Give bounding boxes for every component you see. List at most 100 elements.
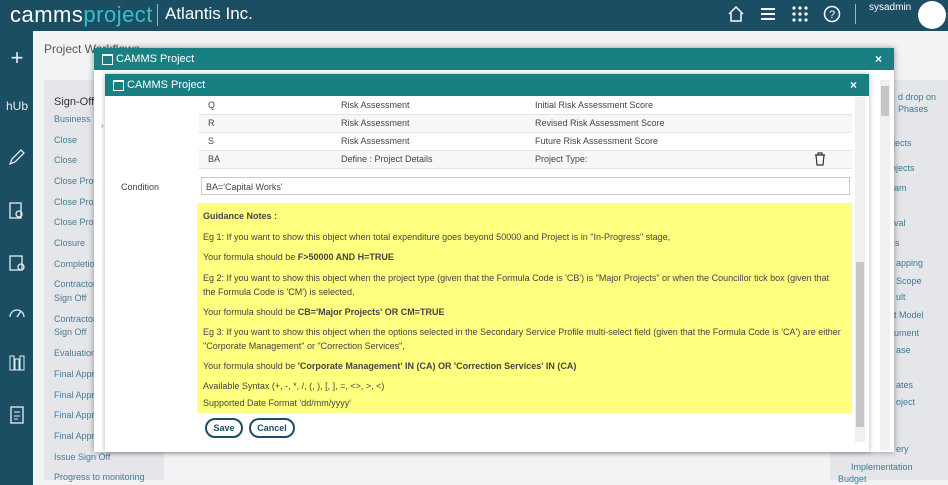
right-list-item[interactable]: ult (896, 292, 906, 302)
signoff-list-item[interactable]: Contractor (54, 279, 96, 289)
guidance-formula3: Your formula should be 'Corporate Manage… (203, 359, 843, 373)
signoff-list-item[interactable]: Evaluation (54, 348, 96, 358)
window-icon (113, 80, 124, 91)
signoff-list-item[interactable]: Close Pro (54, 217, 94, 227)
signoff-list-item[interactable]: Close (54, 135, 77, 145)
signoff-list-item[interactable]: Final Appr (54, 390, 95, 400)
condition-input[interactable]: BA='Capital Works' (201, 177, 850, 195)
close-icon[interactable]: × (850, 74, 857, 96)
signoff-list-item[interactable]: Sign Off (54, 327, 86, 337)
close-icon[interactable]: × (875, 48, 882, 70)
report-icon[interactable] (6, 405, 28, 427)
signoff-list-item[interactable]: Completio (54, 259, 95, 269)
org-name: Atlantis Inc. (165, 4, 253, 23)
table-row[interactable]: Q Risk Assessment Initial Risk Assessmen… (199, 97, 852, 115)
category-cell: Define : Project Details (341, 154, 433, 164)
signoff-list-item[interactable]: Issue Sign Off (54, 452, 110, 462)
right-list-item[interactable]: jects (893, 138, 912, 148)
outer-modal-title: CAMMS Project (116, 53, 195, 65)
outer-scrollbar[interactable] (880, 80, 890, 450)
signoff-list-item[interactable]: Close Pro (54, 176, 94, 186)
inner-modal-title: CAMMS Project (127, 79, 206, 91)
signoff-list-item[interactable]: Business (54, 114, 91, 124)
field-cell: Initial Risk Assessment Score (535, 100, 654, 110)
marker-icon: › (101, 121, 104, 130)
inner-modal-header: CAMMS Project × (105, 74, 869, 96)
table-row[interactable]: S Risk Assessment Future Risk Assessment… (199, 133, 852, 151)
field-cell: Revised Risk Assessment Score (535, 118, 665, 128)
signoff-list-item[interactable]: Progress to monitoring (54, 472, 145, 482)
org-chart-icon[interactable] (6, 353, 28, 375)
guidance-title: Guidance Notes : (203, 211, 278, 221)
field-cell: Project Type: (535, 154, 588, 164)
formula-text: 'Corporate Management' IN (CA) OR 'Corre… (297, 361, 577, 371)
save-button[interactable]: Save (205, 418, 243, 438)
signoff-list-item[interactable]: Closure (54, 238, 85, 248)
guidance-notes: Guidance Notes : Eg 1: If you want to sh… (197, 203, 852, 413)
divider (157, 4, 158, 26)
right-list-item[interactable]: apping (896, 258, 923, 268)
calendar-icon[interactable] (6, 253, 28, 275)
right-list-item[interactable]: Implementation (851, 462, 913, 472)
help-icon[interactable]: ? (823, 5, 841, 23)
inner-scrollbar[interactable] (855, 97, 865, 442)
guidance-eg3-line2: "Corporate Management" or "Correction Se… (203, 341, 405, 351)
signoff-list-item[interactable]: Final Appr (54, 431, 95, 441)
right-list-item[interactable]: ery (896, 444, 909, 454)
right-list-item[interactable]: val (894, 218, 906, 228)
top-bar: cammsproject Atlantis Inc. ? sysadmin (0, 0, 948, 31)
menu-icon[interactable] (759, 5, 777, 23)
signoff-list-item[interactable]: Final Appr (54, 410, 95, 420)
cancel-button[interactable]: Cancel (249, 418, 295, 438)
right-list-item[interactable]: Budget (838, 474, 867, 484)
trash-icon[interactable] (814, 152, 826, 166)
code-cell: BA (208, 154, 221, 164)
signoff-list-item[interactable]: Final Appr (54, 369, 95, 379)
svg-text:?: ? (829, 9, 835, 21)
table-row[interactable]: BA Define : Project Details Project Type… (199, 151, 852, 169)
edit-icon[interactable] (6, 147, 28, 169)
guidance-eg2-line1: Eg 2: If you want to show this object wh… (203, 273, 830, 283)
brand-part2: project (83, 2, 153, 27)
scroll-thumb[interactable] (881, 86, 889, 116)
gauge-icon[interactable] (6, 303, 28, 325)
guidance-eg2-line2: the Formula Code is 'CM') is selected, (203, 287, 355, 297)
guidance-formula2: Your formula should be CB='Major Project… (203, 305, 843, 319)
document-search-icon[interactable] (6, 201, 28, 223)
guidance-syntax: Available Syntax (+, -, *, /, (, ), [, ]… (203, 381, 385, 391)
right-list-item[interactable]: t Model (894, 310, 924, 320)
right-list-item[interactable]: am (894, 183, 907, 193)
formula-prefix: Your formula should be (203, 252, 298, 262)
plus-icon[interactable]: + (6, 47, 28, 69)
hub-icon[interactable]: hUb (6, 95, 28, 117)
window-icon (102, 54, 113, 65)
signoff-list-item[interactable]: Close (54, 155, 77, 165)
username[interactable]: sysadmin (869, 2, 911, 13)
right-list-item[interactable]: Phases (898, 104, 928, 114)
signoff-list-item[interactable]: Sign Off (54, 293, 86, 303)
category-cell: Risk Assessment (341, 100, 410, 110)
right-list-item[interactable]: oject (896, 397, 915, 407)
table-row[interactable]: R Risk Assessment Revised Risk Assessmen… (199, 115, 852, 133)
brand-logo[interactable]: cammsproject (10, 2, 153, 28)
signoff-list-item[interactable]: Close Pro (54, 197, 94, 207)
divider (855, 4, 856, 24)
formula-text: F>50000 AND H=TRUE (297, 252, 394, 262)
code-cell: R (208, 118, 215, 128)
guidance-eg1: Eg 1: If you want to show this object wh… (203, 232, 671, 242)
formula-prefix: Your formula should be (203, 307, 298, 317)
right-list-item[interactable]: Scope (896, 276, 922, 286)
right-list-item[interactable]: ates (896, 380, 913, 390)
right-list-item[interactable]: d drop on (898, 92, 936, 102)
guidance-date-format: Supported Date Format 'dd/mm/yyyy' (203, 398, 351, 408)
brand-part1: camms (10, 2, 84, 27)
signoff-list-item[interactable]: Contractor (54, 314, 96, 324)
field-cell: Future Risk Assessment Score (535, 136, 659, 146)
home-icon[interactable] (727, 5, 745, 23)
right-list-item[interactable]: ase (896, 345, 911, 355)
avatar[interactable] (918, 1, 946, 29)
apps-grid-icon[interactable] (791, 5, 809, 23)
right-list-item[interactable]: ument (894, 328, 919, 338)
scroll-thumb[interactable] (856, 262, 864, 427)
right-list-item[interactable]: s (895, 238, 900, 248)
